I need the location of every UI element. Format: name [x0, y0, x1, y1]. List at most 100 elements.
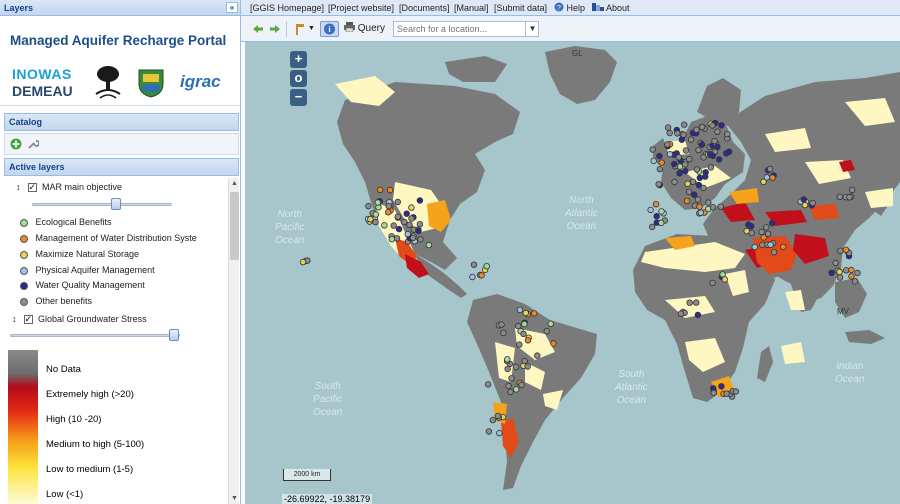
- mar-site-marker[interactable]: [534, 352, 541, 359]
- mar-site-marker[interactable]: [677, 310, 685, 317]
- mar-site-marker[interactable]: [658, 208, 665, 215]
- drag-handle-icon[interactable]: ↕: [12, 312, 18, 326]
- mar-site-marker[interactable]: [649, 223, 656, 231]
- mar-site-marker[interactable]: [393, 235, 401, 242]
- mar-site-marker[interactable]: [709, 204, 717, 211]
- mar-site-marker[interactable]: [409, 234, 417, 242]
- location-search-input[interactable]: [393, 21, 539, 37]
- mar-site-marker[interactable]: [417, 236, 424, 243]
- mar-site-marker[interactable]: [697, 209, 704, 216]
- mar-site-marker[interactable]: [693, 126, 700, 133]
- mar-site-marker[interactable]: [694, 311, 702, 319]
- mar-site-marker[interactable]: [416, 197, 424, 204]
- info-button[interactable]: i: [320, 21, 339, 37]
- mar-site-marker[interactable]: [386, 186, 394, 194]
- about-link[interactable]: About: [592, 0, 630, 16]
- mar-site-marker[interactable]: [710, 389, 717, 397]
- add-layer-icon[interactable]: [10, 138, 22, 150]
- mar-site-marker[interactable]: [705, 199, 712, 206]
- mar-site-marker[interactable]: [401, 218, 408, 226]
- mar-site-marker[interactable]: [837, 247, 844, 254]
- mar-site-marker[interactable]: [709, 122, 716, 129]
- mar-site-marker[interactable]: [520, 330, 527, 338]
- mar-site-marker[interactable]: [698, 141, 706, 148]
- mar-site-marker[interactable]: [299, 258, 307, 266]
- scrollbar-thumb[interactable]: [230, 192, 239, 260]
- mar-site-marker[interactable]: [674, 130, 681, 137]
- map-canvas[interactable]: [245, 42, 900, 504]
- mar-site-marker[interactable]: [494, 412, 502, 420]
- mar-site-marker[interactable]: [507, 388, 514, 396]
- mar-site-marker[interactable]: [800, 196, 807, 203]
- mar-site-marker[interactable]: [365, 202, 372, 210]
- mar-site-marker[interactable]: [702, 173, 709, 180]
- mar-site-marker[interactable]: [524, 337, 532, 344]
- mar-site-marker[interactable]: [376, 186, 384, 194]
- mar-site-marker[interactable]: [508, 375, 515, 382]
- measure-dropdown-icon[interactable]: ▼: [308, 21, 315, 37]
- mar-site-marker[interactable]: [686, 299, 693, 306]
- mar-site-marker[interactable]: [516, 306, 524, 314]
- link-documents[interactable]: [Documents]: [399, 0, 450, 16]
- mar-site-marker[interactable]: [848, 266, 855, 274]
- mar-site-marker[interactable]: [403, 210, 410, 217]
- measure-icon[interactable]: [293, 21, 307, 37]
- mar-site-marker[interactable]: [652, 200, 660, 208]
- link-ggis-homepage[interactable]: [GGIS Homepage]: [250, 0, 324, 16]
- mar-site-marker[interactable]: [695, 146, 702, 154]
- mar-site-marker[interactable]: [367, 215, 374, 223]
- link-project-website[interactable]: [Project website]: [328, 0, 394, 16]
- mar-site-marker[interactable]: [656, 165, 664, 173]
- mar-site-marker[interactable]: [655, 180, 662, 188]
- mar-site-marker[interactable]: [650, 157, 657, 165]
- mar-site-marker[interactable]: [682, 167, 689, 175]
- mar-site-marker[interactable]: [725, 148, 733, 155]
- mar-site-marker[interactable]: [547, 320, 554, 327]
- mar-site-marker[interactable]: [711, 137, 718, 145]
- mar-site-marker[interactable]: [676, 170, 683, 177]
- mar-site-marker[interactable]: [748, 229, 755, 237]
- mar-site-marker[interactable]: [658, 159, 665, 166]
- mar-site-marker[interactable]: [521, 357, 528, 365]
- mar-site-marker[interactable]: [372, 211, 380, 218]
- mar-site-marker[interactable]: [685, 188, 693, 195]
- zoom-out-button[interactable]: −: [290, 89, 307, 106]
- mar-site-marker[interactable]: [700, 184, 707, 192]
- mar-site-marker[interactable]: [518, 381, 525, 389]
- slider-thumb[interactable]: [169, 329, 179, 341]
- mar-site-marker[interactable]: [716, 156, 723, 163]
- mar-site-marker[interactable]: [478, 272, 485, 279]
- world-map[interactable]: North Pacific Ocean North Atlantic Ocean Sou…: [245, 42, 900, 504]
- mar-site-marker[interactable]: [666, 150, 674, 158]
- mar-site-marker[interactable]: [372, 218, 379, 226]
- stress-opacity-slider[interactable]: [10, 329, 180, 341]
- mar-site-marker[interactable]: [696, 203, 703, 210]
- mar-site-marker[interactable]: [848, 273, 855, 280]
- mar-opacity-slider[interactable]: [32, 198, 172, 210]
- mar-site-marker[interactable]: [425, 241, 433, 249]
- mar-site-marker[interactable]: [828, 269, 835, 276]
- zoom-in-button[interactable]: +: [290, 51, 307, 68]
- mar-site-marker[interactable]: [809, 199, 816, 207]
- mar-site-marker[interactable]: [719, 271, 726, 278]
- mar-site-marker[interactable]: [531, 310, 538, 317]
- mar-site-marker[interactable]: [504, 356, 511, 363]
- mar-site-marker[interactable]: [851, 278, 859, 285]
- mar-site-marker[interactable]: [543, 328, 550, 335]
- mar-site-marker[interactable]: [770, 249, 778, 256]
- mar-site-marker[interactable]: [550, 340, 557, 347]
- mar-site-marker[interactable]: [698, 123, 706, 131]
- link-manual[interactable]: [Manual]: [454, 0, 489, 16]
- mar-site-marker[interactable]: [681, 121, 688, 128]
- scroll-up-icon[interactable]: ▲: [231, 180, 238, 187]
- drag-handle-icon[interactable]: ↕: [16, 180, 22, 194]
- wrench-icon[interactable]: [27, 138, 39, 150]
- mar-site-marker[interactable]: [374, 199, 382, 206]
- mar-site-marker[interactable]: [483, 262, 490, 270]
- zoom-reset-button[interactable]: o: [290, 70, 307, 87]
- mar-site-marker[interactable]: [489, 416, 496, 424]
- mar-site-marker[interactable]: [656, 152, 663, 160]
- mar-site-marker[interactable]: [724, 130, 731, 138]
- mar-site-marker[interactable]: [691, 191, 698, 198]
- mar-site-marker[interactable]: [682, 147, 690, 154]
